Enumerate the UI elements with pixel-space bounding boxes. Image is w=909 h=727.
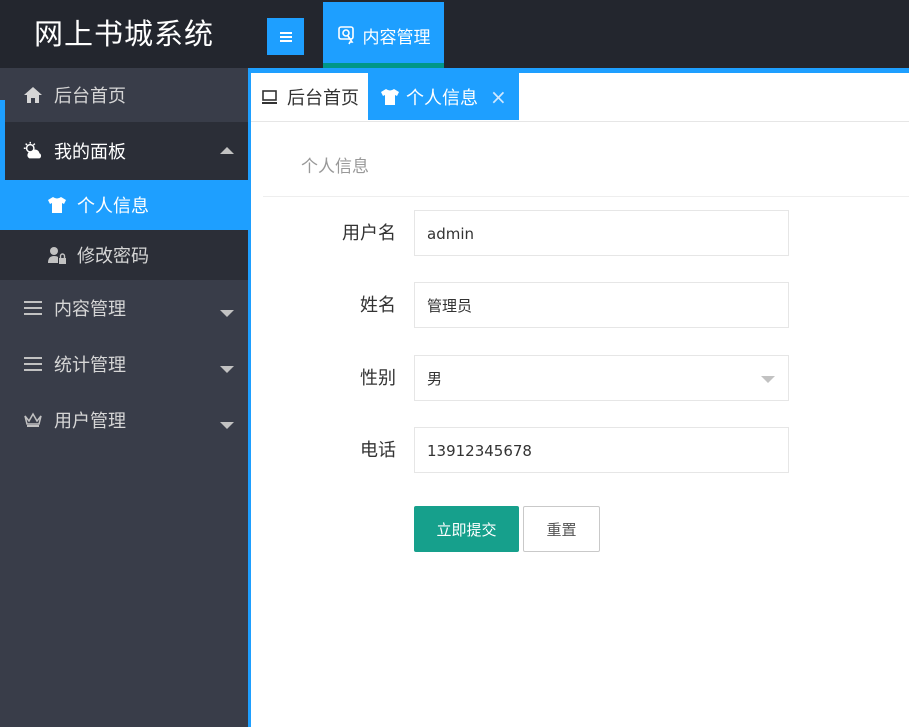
- weather-icon: [22, 140, 44, 162]
- form-row-username: 用户名 admin: [260, 210, 790, 258]
- username-label: 用户名: [342, 223, 396, 244]
- form-row-gender: 性别 男: [260, 355, 790, 403]
- sidebar-item-content-management[interactable]: 内容管理: [0, 280, 248, 336]
- user-lock-icon: [47, 245, 67, 265]
- sidebar-item-label: 后台首页: [54, 86, 126, 107]
- panel-title: 个人信息: [301, 157, 369, 177]
- username-field[interactable]: admin: [414, 210, 789, 256]
- sidebar-item-label: 内容管理: [54, 299, 126, 320]
- sidebar-item-my-panel[interactable]: 我的面板: [0, 122, 248, 209]
- tab-label: 个人信息: [406, 87, 478, 109]
- chevron-up-icon: [220, 147, 234, 154]
- tab-home[interactable]: 后台首页: [261, 73, 359, 120]
- list-icon: [22, 353, 44, 375]
- shirt-icon: [381, 88, 399, 105]
- phone-label: 电话: [360, 440, 396, 461]
- form-row-phone: 电话 13912345678: [260, 427, 790, 475]
- home-icon: [22, 84, 44, 106]
- chevron-down-icon: [220, 366, 234, 373]
- tab-bar: 后台首页 个人信息 ×: [251, 73, 909, 122]
- content-left-border: [248, 68, 251, 727]
- panel-divider: [263, 196, 909, 197]
- gender-label: 性别: [360, 368, 396, 389]
- app-logo-title: 网上书城系统: [33, 17, 214, 51]
- sidebar: 后台首页 我的面板 个人信息 修改密码 内容管理 统计管理 用户管理: [0, 68, 248, 727]
- chevron-down-icon: [220, 422, 234, 429]
- sidebar-item-statistics-management[interactable]: 统计管理: [0, 336, 248, 392]
- sidebar-item-home[interactable]: 后台首页: [0, 68, 248, 122]
- top-nav-content-management[interactable]: 内容管理: [323, 2, 444, 68]
- tab-personal-info[interactable]: 个人信息 ×: [368, 73, 519, 120]
- sidebar-item-label: 个人信息: [77, 196, 149, 217]
- menu-toggle-button[interactable]: [267, 18, 304, 55]
- reset-button[interactable]: 重置: [523, 506, 600, 552]
- submit-button[interactable]: 立即提交: [414, 506, 519, 552]
- name-label: 姓名: [360, 295, 396, 316]
- sidebar-item-label: 修改密码: [77, 246, 149, 267]
- shirt-icon: [47, 195, 67, 215]
- list-icon: [22, 297, 44, 319]
- sidebar-active-indicator: [0, 100, 5, 156]
- monitor-icon: [262, 89, 277, 104]
- chevron-down-icon: [220, 310, 234, 317]
- sidebar-item-user-management[interactable]: 用户管理: [0, 392, 248, 448]
- sidebar-item-label: 统计管理: [54, 355, 126, 376]
- sidebar-submenu-my-panel: 个人信息 修改密码: [0, 180, 248, 280]
- tab-label: 后台首页: [287, 87, 359, 109]
- name-field[interactable]: 管理员: [414, 282, 789, 328]
- sidebar-item-change-password[interactable]: 修改密码: [0, 230, 248, 280]
- top-header: 网上书城系统 内容管理: [0, 0, 909, 68]
- gender-select[interactable]: 男: [414, 355, 789, 401]
- sidebar-item-label: 我的面板: [54, 142, 126, 163]
- top-nav-label: 内容管理: [362, 27, 431, 48]
- menu-icon: [279, 31, 292, 42]
- crown-icon: [22, 409, 44, 431]
- close-icon[interactable]: ×: [490, 85, 507, 109]
- sidebar-item-personal-info[interactable]: 个人信息: [0, 180, 248, 230]
- phone-field[interactable]: 13912345678: [414, 427, 789, 473]
- document-stamp-icon: [337, 26, 354, 45]
- sidebar-item-label: 用户管理: [54, 411, 126, 432]
- form-row-name: 姓名 管理员: [260, 282, 790, 330]
